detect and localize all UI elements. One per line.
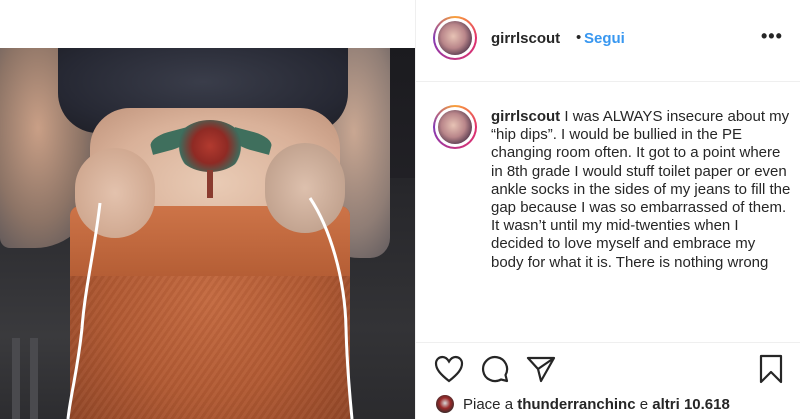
likes-connector: e (639, 396, 649, 413)
post-caption: girrlscout I was ALWAYS insecure about m… (491, 108, 791, 272)
post-header: girrlscout • Segui ••• (416, 0, 800, 82)
action-bar (416, 342, 800, 386)
avatar-image (438, 110, 472, 144)
liker-avatar[interactable] (436, 395, 454, 413)
follow-button[interactable]: Segui (584, 30, 625, 47)
header-username[interactable]: girrlscout (491, 30, 560, 47)
likes-text: Piace a thunderranchinc e altri 10.618 (463, 396, 730, 413)
post-photo[interactable] (0, 48, 415, 419)
comment-icon[interactable] (480, 354, 510, 384)
caption-avatar[interactable] (433, 105, 477, 149)
bookmark-icon[interactable] (758, 354, 784, 384)
more-options-icon[interactable]: ••• (761, 26, 783, 47)
caption-username[interactable]: girrlscout (491, 108, 560, 125)
avatar-image (438, 21, 472, 55)
heart-icon[interactable] (434, 355, 464, 383)
likes-prefix: Piace a (463, 396, 514, 413)
photo-top-margin (0, 0, 415, 48)
caption-text: I was ALWAYS insecure about my “hip dips… (491, 108, 791, 271)
separator-dot: • (576, 29, 582, 46)
avatar[interactable] (433, 16, 477, 60)
likes-others-count[interactable]: altri 10.618 (652, 396, 730, 413)
likes-row: Piace a thunderranchinc e altri 10.618 (436, 393, 796, 415)
caption-area: girrlscout I was ALWAYS insecure about m… (416, 83, 800, 341)
send-icon[interactable] (526, 355, 556, 383)
photo-body-outline (66, 197, 354, 419)
liker-username[interactable]: thunderranchinc (517, 396, 635, 413)
